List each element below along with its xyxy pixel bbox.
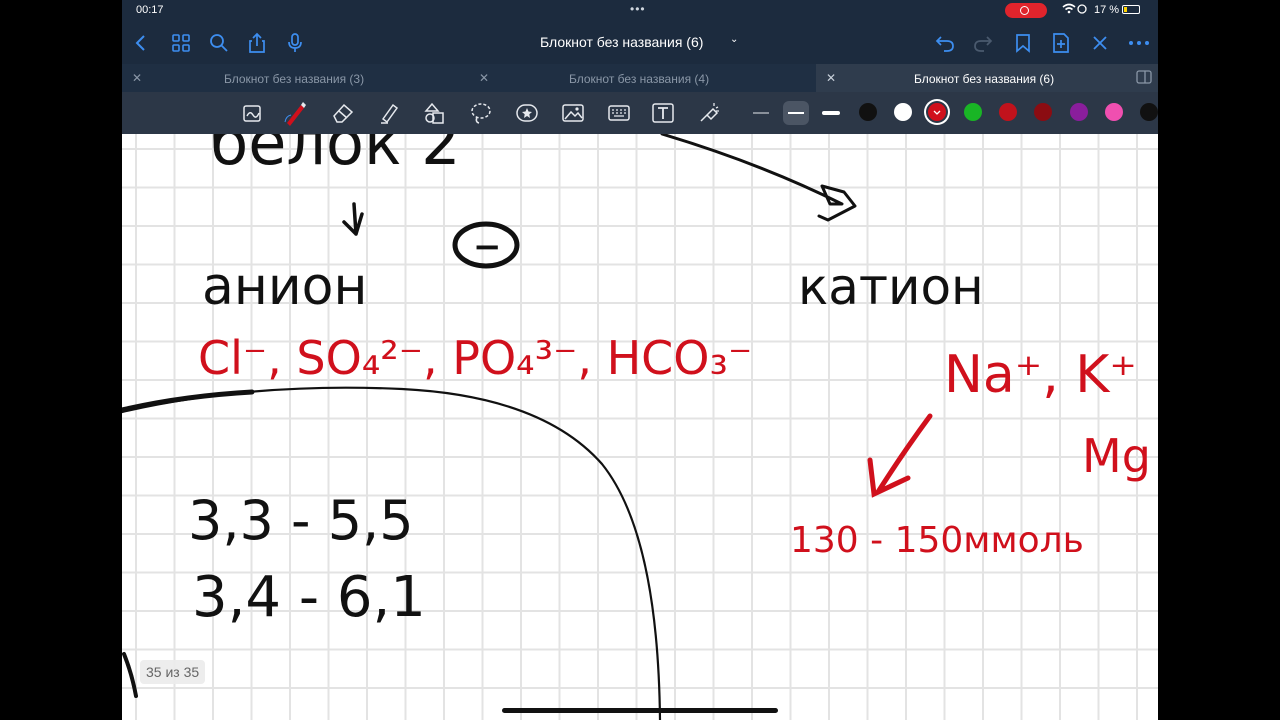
tab-label: Блокнот без названия (3) (224, 72, 365, 86)
status-bar: 00:17 ••• 17 % (122, 0, 1158, 22)
thickness-thin[interactable] (748, 101, 774, 125)
tab-close-icon[interactable]: ✕ (132, 71, 142, 85)
anion-heading-text: анион (202, 257, 367, 317)
lasso-capture-icon[interactable] (240, 100, 266, 126)
tab-label: Блокнот без названия (4) (569, 72, 710, 86)
color-red-selected[interactable] (928, 103, 946, 121)
drawing-toolbar (122, 92, 1158, 134)
handwriting-layer: белок 2 − анион катион 3,3 - 5,5 3,4 - 6… (122, 134, 1151, 720)
color-dark-red[interactable] (999, 103, 1017, 121)
eraser-icon[interactable] (330, 100, 356, 126)
status-time: 00:17 (136, 4, 164, 16)
color-green[interactable] (964, 103, 982, 121)
color-black[interactable] (859, 103, 877, 121)
red-arrow-stroke (867, 413, 933, 498)
arrow-to-cation-stroke (660, 134, 857, 222)
navigation-bar: Блокнот без названия (6) ⌄ (122, 22, 1158, 64)
tab-notebook-4[interactable]: ✕ Блокнот без названия (4) (469, 64, 816, 92)
minus-text: − (473, 227, 502, 267)
image-icon[interactable] (560, 100, 586, 126)
keyboard-icon[interactable] (606, 100, 632, 126)
battery-icon (1122, 5, 1140, 14)
color-purple[interactable] (1070, 103, 1088, 121)
range-2-text: 3,4 - 6,1 (192, 565, 426, 630)
lasso-icon[interactable] (468, 100, 494, 126)
add-page-icon[interactable] (1048, 30, 1074, 56)
cation-partial-text: Mg (1082, 429, 1151, 483)
page-counter: 35 из 35 (140, 660, 206, 684)
home-indicator[interactable] (502, 708, 778, 713)
color-black-2[interactable] (1140, 103, 1158, 121)
battery-percent: 17 % (1094, 4, 1120, 16)
top-fragment-text: белок 2 (210, 134, 461, 179)
anion-ions-text: Cl⁻, SO₄²⁻, PO₄³⁻, HCO₃⁻ (198, 331, 752, 385)
share-icon[interactable] (244, 30, 270, 56)
close-icon[interactable] (1087, 30, 1113, 56)
screen-recording-icon[interactable] (1005, 3, 1047, 18)
tab-close-icon[interactable]: ✕ (479, 71, 489, 85)
color-white[interactable] (894, 103, 912, 121)
grid-view-icon[interactable] (168, 30, 194, 56)
shapes-icon[interactable] (422, 100, 448, 126)
wifi-icon (1062, 3, 1088, 18)
sticker-icon[interactable] (514, 100, 540, 126)
highlighter-icon[interactable] (376, 100, 402, 126)
range-1-text: 3,3 - 5,5 (188, 489, 414, 552)
edge-mark (122, 652, 138, 698)
color-maroon[interactable] (1034, 103, 1052, 121)
tab-notebook-6[interactable]: ✕ Блокнот без названия (6) (816, 64, 1158, 92)
redo-icon[interactable] (970, 30, 996, 56)
curve-thick-left (122, 389, 255, 413)
split-view-icon[interactable] (1136, 70, 1152, 87)
back-chevron-icon[interactable] (128, 30, 154, 56)
tab-label: Блокнот без названия (6) (914, 72, 1055, 86)
tab-bar: ✕ Блокнот без названия (3) ✕ Блокнот без… (122, 64, 1158, 92)
microphone-icon[interactable] (282, 30, 308, 56)
tab-notebook-3[interactable]: ✕ Блокнот без названия (3) (122, 64, 469, 92)
search-icon[interactable] (206, 30, 232, 56)
tab-close-icon[interactable]: ✕ (826, 71, 836, 85)
chevron-down-icon[interactable]: ⌄ (730, 34, 738, 45)
laser-pointer-icon[interactable] (696, 100, 722, 126)
color-pink[interactable] (1105, 103, 1123, 121)
cation-ions-text: Na⁺, K⁺ (944, 345, 1137, 405)
document-title[interactable]: Блокнот без названия (6) (540, 34, 703, 50)
cation-heading-text: катион (798, 258, 984, 316)
undo-icon[interactable] (932, 30, 958, 56)
pen-icon[interactable] (282, 100, 308, 126)
arrow-down-stroke (342, 202, 364, 236)
text-icon[interactable] (650, 100, 676, 126)
notebook-page[interactable]: белок 2 − анион катион 3,3 - 5,5 3,4 - 6… (122, 134, 1158, 720)
sodium-range-text: 130 - 150ммоль (790, 520, 1084, 561)
ipad-screen: 00:17 ••• 17 % Блокнот без названия (6) … (122, 0, 1158, 720)
multitasking-dots-icon[interactable]: ••• (630, 2, 646, 16)
more-icon[interactable] (1126, 30, 1152, 56)
thickness-thick[interactable] (818, 101, 844, 125)
thickness-medium[interactable] (783, 101, 809, 125)
bookmark-icon[interactable] (1010, 30, 1036, 56)
